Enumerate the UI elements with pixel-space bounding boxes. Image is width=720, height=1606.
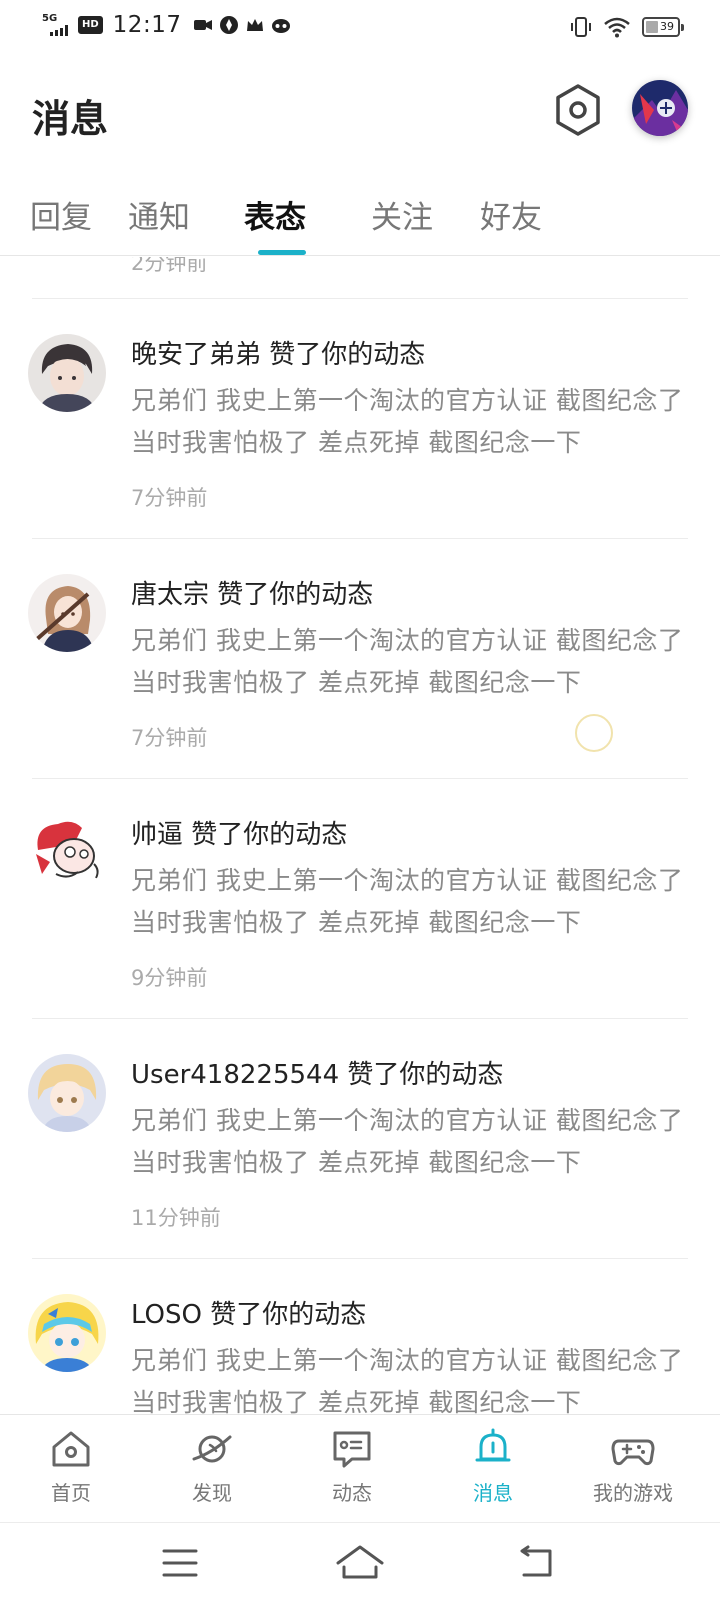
menu-icon: [162, 1549, 198, 1577]
recent-apps-button[interactable]: [156, 1541, 204, 1585]
back-icon: [520, 1545, 552, 1577]
home-button[interactable]: [336, 1541, 384, 1585]
bell-icon: [475, 1428, 511, 1462]
user-avatar[interactable]: [632, 80, 688, 136]
avatar-image: [28, 814, 106, 892]
nav-messages[interactable]: 消息: [433, 1427, 553, 1506]
avatar-image: [28, 1294, 106, 1372]
avatar-image: [28, 1054, 106, 1132]
tab-reactions[interactable]: 表态: [244, 192, 306, 237]
status-bar: 5G HD 12:17 39: [0, 0, 720, 56]
nav-home-label: 首页: [51, 1481, 91, 1505]
reaction-list: 2分钟前 晚安了弟弟 赞了你的动态 兄弟们 我史上第一个淘汰的官方认证 截图纪念…: [0, 257, 720, 1414]
planet-icon: [192, 1435, 232, 1463]
list-item[interactable]: LOSO 赞了你的动态 兄弟们 我史上第一个淘汰的官方认证 截图纪念了 当时我害…: [0, 1258, 720, 1414]
nav-home[interactable]: 首页: [11, 1427, 131, 1506]
back-button[interactable]: [514, 1541, 562, 1585]
nav-feed-label: 动态: [332, 1481, 372, 1505]
item-content: 兄弟们 我史上第一个淘汰的官方认证 截图纪念了 当时我害怕极了 差点死掉 截图纪…: [131, 626, 684, 697]
compass-icon: [220, 16, 239, 34]
tab-follow[interactable]: 关注: [371, 192, 433, 237]
hd-badge: HD: [78, 16, 103, 34]
nav-feed[interactable]: 动态: [292, 1427, 412, 1506]
avatar-image: [28, 334, 106, 412]
avatar[interactable]: [28, 574, 106, 652]
active-tab-indicator: [258, 250, 306, 255]
avatar-image: [632, 80, 688, 136]
item-title: 晚安了弟弟 赞了你的动态: [131, 340, 426, 370]
camera-icon: [194, 20, 213, 30]
item-time: 2分钟前: [131, 257, 208, 275]
avatar[interactable]: [28, 814, 106, 892]
item-content: 兄弟们 我史上第一个淘汰的官方认证 截图纪念了 当时我害怕极了 差点死掉 截图纪…: [131, 386, 684, 457]
avatar[interactable]: [28, 1294, 106, 1372]
list-item[interactable]: 唐太宗 赞了你的动态 兄弟们 我史上第一个淘汰的官方认证 截图纪念了 当时我害怕…: [0, 538, 720, 783]
chat-bubble-icon: [333, 1431, 371, 1468]
header: 消息: [0, 56, 720, 166]
tab-notification[interactable]: 通知: [128, 192, 190, 237]
item-time: 11分钟前: [131, 1206, 221, 1230]
list-item[interactable]: 晚安了弟弟 赞了你的动态 兄弟们 我史上第一个淘汰的官方认证 截图纪念了 当时我…: [0, 298, 720, 543]
item-title: User418225544 赞了你的动态: [131, 1060, 504, 1090]
signal-icon: 5G: [42, 14, 72, 36]
touch-indicator: [575, 714, 613, 752]
wifi-icon: [604, 17, 630, 38]
list-item[interactable]: User418225544 赞了你的动态 兄弟们 我史上第一个淘汰的官方认证 截…: [0, 1018, 720, 1263]
tab-reply[interactable]: 回复: [30, 192, 92, 237]
avatar[interactable]: [28, 1054, 106, 1132]
item-content: 兄弟们 我史上第一个淘汰的官方认证 截图纪念了 当时我害怕极了 差点死掉 截图纪…: [131, 866, 684, 937]
item-content: 兄弟们 我史上第一个淘汰的官方认证 截图纪念了 当时我害怕极了 差点死掉 截图纪…: [131, 1106, 684, 1177]
item-title: LOSO 赞了你的动态: [131, 1300, 367, 1330]
nav-discover-label: 发现: [192, 1481, 232, 1505]
nav-my-games-label: 我的游戏: [593, 1481, 673, 1505]
message-tabs: 回复 通知 表态 关注 好友: [0, 180, 720, 256]
item-time: 7分钟前: [131, 486, 208, 510]
battery-indicator: 39: [642, 17, 684, 37]
crown-icon: [247, 19, 264, 31]
list-item[interactable]: 帅逼 赞了你的动态 兄弟们 我史上第一个淘汰的官方认证 截图纪念了 当时我害怕极…: [0, 778, 720, 1023]
settings-hexagon-icon: [556, 84, 600, 136]
item-title: 唐太宗 赞了你的动态: [131, 580, 374, 610]
home-icon: [52, 1431, 90, 1467]
page-title: 消息: [32, 97, 109, 141]
nav-discover[interactable]: 发现: [152, 1427, 272, 1506]
avatar-image: [28, 574, 106, 652]
item-time: 7分钟前: [131, 726, 208, 750]
home-outline-icon: [336, 1545, 384, 1579]
bottom-nav: 首页 发现 动态 消息 我的游戏: [0, 1414, 720, 1520]
avatar[interactable]: [28, 334, 106, 412]
item-time: 9分钟前: [131, 966, 208, 990]
nav-messages-label: 消息: [473, 1481, 513, 1505]
vibrate-icon: [571, 17, 591, 37]
nav-my-games[interactable]: 我的游戏: [573, 1427, 693, 1506]
item-content: 兄弟们 我史上第一个淘汰的官方认证 截图纪念了 当时我害怕极了 差点死掉 截图纪…: [131, 1346, 684, 1414]
settings-button[interactable]: [552, 82, 604, 138]
system-nav-bar: [0, 1522, 720, 1606]
status-time: 12:17: [112, 12, 182, 38]
item-title: 帅逼 赞了你的动态: [131, 820, 348, 850]
gamepad-icon: [611, 1439, 655, 1466]
tab-friends[interactable]: 好友: [480, 192, 542, 237]
bot-face-icon: [272, 19, 291, 33]
